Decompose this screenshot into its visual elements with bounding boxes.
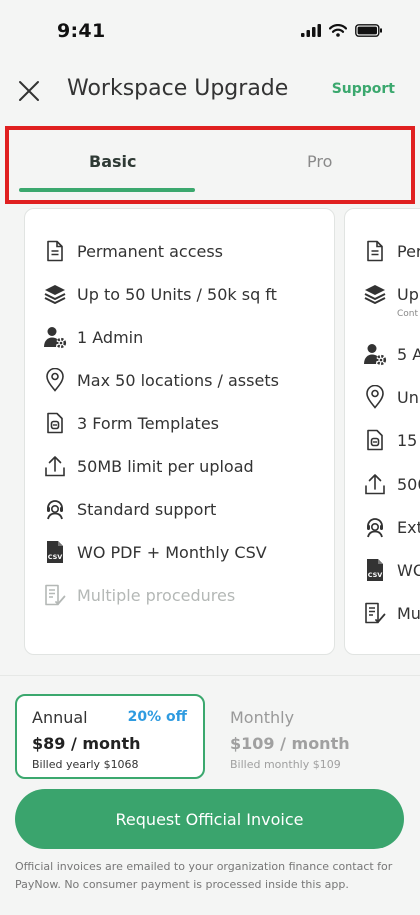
csv-file-icon: CSV xyxy=(363,558,387,582)
support-agent-icon xyxy=(43,497,67,521)
procedures-icon xyxy=(363,601,387,625)
pricing-panel: Annual 20% off $89 / month Billed yearly… xyxy=(0,675,420,915)
feature-item: 50MB limit per upload xyxy=(43,452,254,480)
plan-price: $89 / month xyxy=(32,734,141,753)
layers-icon xyxy=(363,282,387,306)
support-agent-icon xyxy=(363,515,387,539)
plan-billing-note: Billed yearly $1068 xyxy=(32,758,139,771)
svg-text:CSV: CSV xyxy=(368,571,383,579)
active-tab-indicator xyxy=(19,188,195,192)
admin-gear-icon xyxy=(363,342,387,366)
battery-icon xyxy=(355,24,382,37)
monthly-plan-option[interactable]: Monthly $109 / month Billed monthly $109 xyxy=(218,694,408,779)
feature-item: Up xyxy=(363,280,419,308)
feature-text: Max 50 locations / assets xyxy=(77,370,279,390)
feature-item: 15 F xyxy=(363,426,420,454)
status-bar: 9:41 xyxy=(0,0,420,62)
document-icon xyxy=(363,239,387,263)
svg-text:CSV: CSV xyxy=(48,553,63,561)
feature-text: 50MB limit per upload xyxy=(77,456,254,476)
feature-text: Per xyxy=(397,241,420,261)
feature-item: 5 A xyxy=(363,340,420,368)
status-time: 9:41 xyxy=(57,20,106,42)
feature-text: Multiple procedures xyxy=(77,585,236,605)
feature-text: 3 Form Templates xyxy=(77,413,219,433)
support-link[interactable]: Support xyxy=(332,81,395,97)
feature-text: 5 A xyxy=(397,344,420,364)
plan-name: Annual xyxy=(32,708,88,727)
annual-plan-option[interactable]: Annual 20% off $89 / month Billed yearly… xyxy=(15,694,205,779)
map-pin-icon xyxy=(43,368,67,392)
feature-text: 15 F xyxy=(397,430,420,450)
feature-item: Unl xyxy=(363,383,420,411)
request-invoice-button[interactable]: Request Official Invoice xyxy=(15,789,404,849)
upload-icon xyxy=(363,472,387,496)
basic-plan-card: Permanent access Up to 50 Units / 50k sq… xyxy=(24,208,335,655)
feature-item: Per xyxy=(363,237,420,265)
header: Workspace Upgrade Support xyxy=(0,62,420,118)
plan-billing-note: Billed monthly $109 xyxy=(230,758,341,771)
feature-cards-carousel[interactable]: Permanent access Up to 50 Units / 50k sq… xyxy=(0,205,420,675)
upload-icon xyxy=(43,454,67,478)
feature-text: Up to 50 Units / 50k sq ft xyxy=(77,284,277,304)
feature-text: Permanent access xyxy=(77,241,224,261)
cellular-signal-icon xyxy=(301,24,321,37)
discount-badge: 20% off xyxy=(127,709,187,725)
feature-text: Ext xyxy=(397,517,420,537)
page-title: Workspace Upgrade xyxy=(67,76,289,101)
layers-icon xyxy=(43,282,67,306)
form-template-icon xyxy=(363,428,387,452)
procedures-icon xyxy=(43,583,67,607)
feature-item: Ext xyxy=(363,513,420,541)
wifi-icon xyxy=(329,24,347,37)
document-icon xyxy=(43,239,67,263)
map-pin-icon xyxy=(363,385,387,409)
feature-text: 500 xyxy=(397,474,420,494)
feature-item: 500 xyxy=(363,470,420,498)
feature-item: 1 Admin xyxy=(43,323,143,351)
feature-item: CSV WO PDF + Monthly CSV xyxy=(43,538,267,566)
feature-text: Standard support xyxy=(77,499,217,519)
pro-plan-card: Per Up Cont 5 A Unl 15 F xyxy=(344,208,420,655)
status-icons xyxy=(301,24,383,37)
feature-item: CSV WO xyxy=(363,556,420,584)
feature-item: Up to 50 Units / 50k sq ft xyxy=(43,280,277,308)
feature-text: 1 Admin xyxy=(77,327,144,347)
feature-text: Mu xyxy=(397,603,420,623)
feature-subtext: Cont xyxy=(397,309,419,319)
feature-text: Up xyxy=(397,284,419,304)
feature-text: WO xyxy=(397,560,420,580)
csv-file-icon: CSV xyxy=(43,540,67,564)
admin-gear-icon xyxy=(43,325,67,349)
tab-pro[interactable]: Pro xyxy=(307,152,332,171)
feature-text: WO PDF + Monthly CSV xyxy=(77,542,267,562)
plan-tabs: Basic Pro xyxy=(5,126,415,204)
feature-item-disabled: Multiple procedures xyxy=(43,581,235,609)
close-button[interactable] xyxy=(16,78,42,104)
invoice-footnote: Official invoices are emailed to your or… xyxy=(15,860,393,891)
form-template-icon xyxy=(43,411,67,435)
feature-item: 3 Form Templates xyxy=(43,409,219,437)
plan-name: Monthly xyxy=(230,708,295,727)
close-icon xyxy=(19,81,39,101)
feature-item: Max 50 locations / assets xyxy=(43,366,279,394)
feature-item: Mu xyxy=(363,599,420,627)
feature-text: Unl xyxy=(397,387,420,407)
tab-basic[interactable]: Basic xyxy=(89,152,136,171)
feature-item: Permanent access xyxy=(43,237,223,265)
feature-item: Standard support xyxy=(43,495,216,523)
plan-price: $109 / month xyxy=(230,734,350,753)
